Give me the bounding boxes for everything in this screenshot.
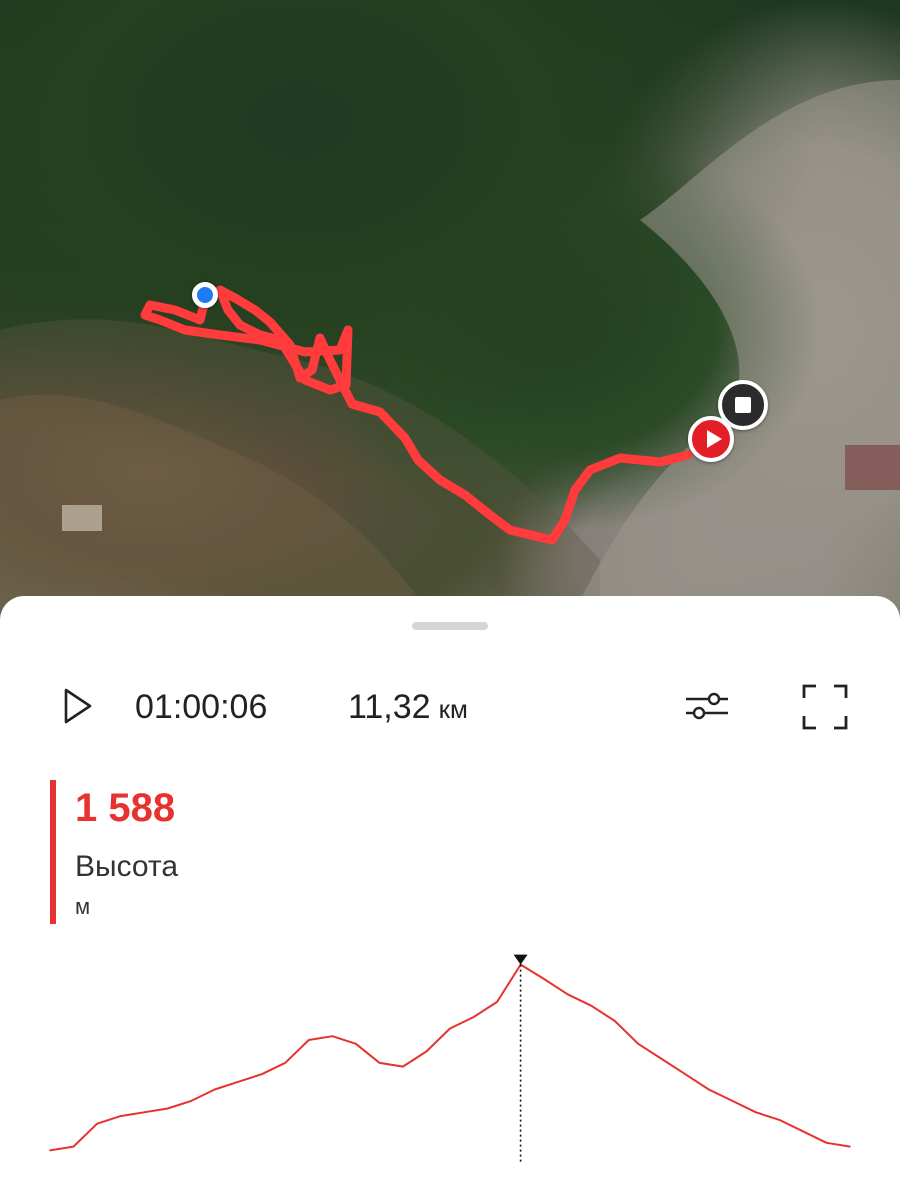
altitude-metric: 1 588 Высота м: [50, 780, 350, 924]
elevation-point: [778, 1119, 781, 1121]
elevation-point: [802, 1130, 804, 1133]
elevation-point: [472, 1016, 475, 1018]
playback-controls: 01:00:06 11,32 км: [0, 676, 900, 736]
elevation-point: [755, 1111, 757, 1114]
elevation-point: [49, 1149, 51, 1152]
elevation-point: [543, 978, 545, 980]
elevation-point: [190, 1100, 192, 1102]
elevation-point: [613, 1020, 616, 1022]
current-location-marker[interactable]: [192, 282, 218, 308]
elevation-point: [119, 1115, 122, 1117]
elevation-point: [308, 1039, 310, 1041]
distance-unit: км: [438, 694, 468, 724]
metric-accent-bar: [50, 780, 56, 924]
sheet-drag-handle[interactable]: [412, 622, 488, 630]
altitude-label: Высота: [75, 850, 179, 883]
elevation-point: [425, 1050, 428, 1053]
elevation-point: [684, 1073, 687, 1076]
altitude-unit: м: [75, 894, 91, 919]
elevation-point: [213, 1088, 216, 1091]
elevation-point: [260, 1073, 263, 1076]
elevation-point: [496, 1001, 498, 1003]
elevation-point: [96, 1122, 98, 1125]
altitude-value: 1 588: [75, 786, 176, 830]
sliders-icon: [686, 692, 728, 720]
elevation-point: [660, 1058, 663, 1060]
elevation-point: [590, 1004, 592, 1007]
elevation-point: [166, 1107, 169, 1110]
chart-cursor-marker[interactable]: [513, 954, 528, 965]
elevation-point: [825, 1141, 828, 1144]
play-icon: [64, 688, 92, 724]
fullscreen-button[interactable]: [800, 682, 850, 732]
elevation-point: [566, 993, 569, 996]
satellite-map[interactable]: [0, 0, 900, 640]
elevation-chart[interactable]: [0, 946, 900, 1166]
elevation-point: [637, 1042, 640, 1045]
distance-value: 11,32: [348, 688, 431, 726]
elevation-point: [708, 1088, 710, 1091]
elevation-point: [449, 1027, 451, 1030]
play-button[interactable]: [56, 686, 96, 726]
elevation-point: [331, 1035, 334, 1037]
elevation-point: [731, 1100, 734, 1102]
elevation-line: [49, 963, 851, 1152]
elevation-point: [143, 1111, 145, 1114]
chart-settings-button[interactable]: [682, 686, 732, 726]
elapsed-time: 01:00:06: [135, 688, 268, 726]
track-details-sheet: 01:00:06 11,32 км 1 588 Высота м: [0, 596, 900, 1200]
fullscreen-icon: [802, 684, 848, 730]
elevation-point: [237, 1081, 240, 1083]
distance: 11,32 км: [348, 688, 468, 727]
elevation-point: [378, 1062, 381, 1064]
elevation-point: [72, 1145, 75, 1148]
elevation-point: [355, 1042, 357, 1045]
track-start-marker[interactable]: [688, 416, 734, 462]
elevation-point: [402, 1065, 404, 1068]
elevation-point: [284, 1062, 287, 1064]
elevation-point: [849, 1145, 851, 1148]
map-texture: [0, 80, 900, 640]
